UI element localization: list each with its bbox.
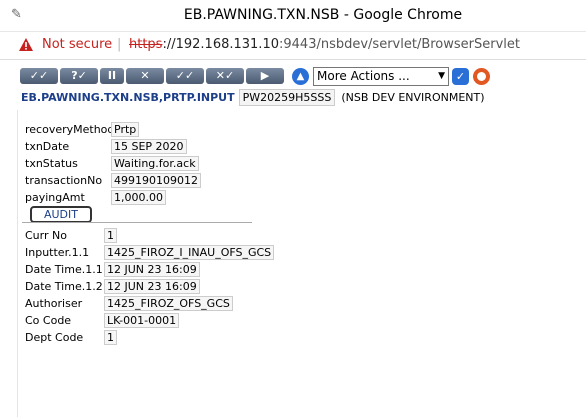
audit-label: Curr No: [25, 229, 67, 242]
lifebuoy-icon[interactable]: [473, 67, 490, 85]
not-secure-label[interactable]: Not secure: [42, 37, 112, 52]
delete-button[interactable]: ✕: [126, 68, 164, 84]
audit-label: Authoriser: [25, 297, 83, 310]
audit-row: Inputter.1.1 1425_FIROZ_I_INAU_OFS_GCS: [25, 244, 275, 261]
field-row: txnDate 15 SEP 2020: [25, 138, 201, 155]
field-row: transactionNo 499190109012: [25, 172, 201, 189]
field-value: 1,000.00: [111, 190, 166, 205]
audit-value: 12 JUN 23 16:09: [104, 279, 200, 294]
audit-row: Date Time.1.2 12 JUN 23 16:09: [25, 278, 274, 295]
transaction-id-field[interactable]: PW20259H5SSS: [238, 89, 336, 106]
audit-row: Co Code LK-001-0001: [25, 312, 274, 329]
environment-label: (NSB DEV ENVIRONMENT): [341, 91, 485, 104]
field-row: payingAmt 1,000.00: [25, 189, 201, 206]
field-row: txnStatus Waiting.for.ack: [25, 155, 201, 172]
audit-row: Curr No 1: [25, 227, 274, 244]
audit-label: Co Code: [25, 314, 72, 327]
field-label: transactionNo: [25, 174, 103, 187]
field-list: recoveryMethod Prtp txnDate 15 SEP 2020 tx…: [25, 121, 201, 206]
window-title: EB.PAWNING.TXN.NSB - Google Chrome: [183, 7, 463, 23]
left-margin: [0, 110, 18, 417]
url-path: :9443/nsbdev/servlet/BrowserServlet: [279, 37, 521, 52]
audit-value: 1425_FIROZ_I_INAU_OFS_GCS: [104, 245, 275, 260]
field-row: recoveryMethod Prtp: [25, 121, 201, 138]
warning-icon[interactable]: [18, 37, 34, 53]
audit-value: 12 JUN 23 16:09: [104, 262, 200, 277]
audit-value: 1425_FIROZ_OFS_GCS: [104, 296, 233, 311]
more-actions-value: More Actions ...: [317, 68, 410, 83]
title-bar: ✎ EB.PAWNING.TXN.NSB - Google Chrome: [0, 0, 586, 32]
field-label: txnDate: [25, 140, 70, 153]
application-header: EB.PAWNING.TXN.NSB,PRTP.INPUT PW20259H5S…: [21, 89, 485, 106]
url-host: ://192.168.131.10: [162, 37, 279, 52]
url-scheme: https: [129, 37, 163, 52]
authorise-button[interactable]: ✓✓: [166, 68, 204, 84]
commit-button[interactable]: ✓✓: [20, 68, 58, 84]
audit-label: Inputter.1.1: [25, 246, 90, 259]
application-name: EB.PAWNING.TXN.NSB,PRTP.INPUT: [21, 91, 235, 104]
audit-row: Authoriser 1425_FIROZ_OFS_GCS: [25, 295, 274, 312]
url-text[interactable]: https://192.168.131.10:9443/nsbdev/servl…: [129, 37, 520, 52]
next-button[interactable]: ▶: [246, 68, 284, 84]
field-value: 15 SEP 2020: [111, 139, 187, 154]
audit-row: Date Time.1.1 12 JUN 23 16:09: [25, 261, 274, 278]
hold-button[interactable]: II: [100, 68, 124, 84]
check-icon[interactable]: ✓: [452, 67, 469, 85]
tab-audit[interactable]: AUDIT: [30, 206, 92, 223]
audit-row: Dept Code 1: [25, 329, 274, 346]
field-label: payingAmt: [25, 191, 85, 204]
reverse-button[interactable]: ✕✓: [206, 68, 244, 84]
field-label: txnStatus: [25, 157, 78, 170]
up-arrow-icon[interactable]: ▲: [292, 67, 309, 85]
address-bar[interactable]: Not secure | https://192.168.131.10:9443…: [0, 32, 586, 60]
chevron-down-icon: ▼: [438, 70, 445, 81]
field-value: 499190109012: [111, 173, 201, 188]
audit-label: Date Time.1.2: [25, 280, 103, 293]
audit-divider: [22, 222, 252, 223]
audit-label: Date Time.1.1: [25, 263, 103, 276]
transaction-toolbar: ✓✓ ?✓ II ✕ ✓✓ ✕✓ ▶ ▲ More Actions ... ▼ ✓: [20, 66, 490, 86]
audit-value: LK-001-0001: [104, 313, 180, 328]
audit-value: 1: [104, 228, 117, 243]
audit-label: Dept Code: [25, 331, 84, 344]
field-value: Prtp: [111, 122, 140, 137]
url-separator: |: [117, 37, 122, 52]
field-label: recoveryMethod: [25, 123, 115, 136]
validate-button[interactable]: ?✓: [60, 68, 98, 84]
audit-value: 1: [104, 330, 117, 345]
audit-list: Curr No 1 Inputter.1.1 1425_FIROZ_I_INAU_O…: [25, 227, 275, 346]
more-actions-select[interactable]: More Actions ... ▼: [313, 66, 449, 86]
field-value: Waiting.for.ack: [111, 156, 199, 171]
